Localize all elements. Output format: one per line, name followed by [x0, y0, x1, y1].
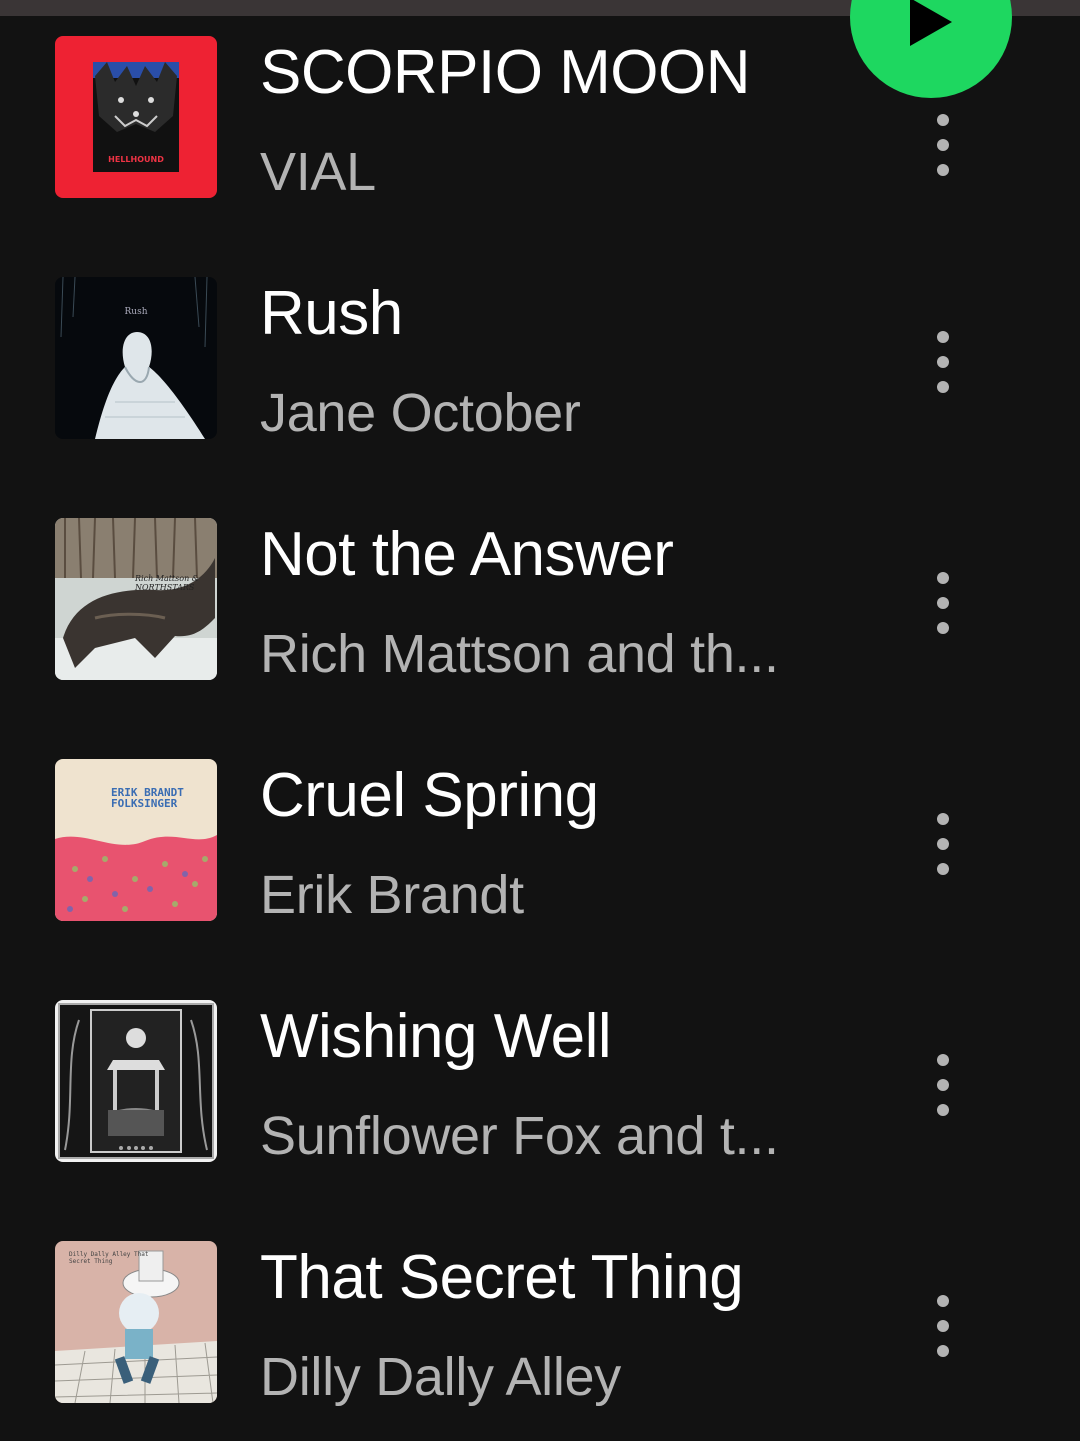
more-options-button[interactable] [922, 1048, 964, 1120]
more-options-button[interactable] [922, 807, 964, 879]
album-art-label: Rich Mattson & NORTHSTARS [135, 574, 199, 592]
track-title: That Secret Thing [260, 1243, 744, 1312]
album-art [55, 1000, 217, 1162]
track-row[interactable]: Rush Rush Jane October [0, 277, 1080, 477]
more-options-icon [937, 331, 949, 343]
track-artist: Dilly Dally Alley [260, 1347, 621, 1407]
track-artist: Jane October [260, 383, 581, 443]
track-title: Not the Answer [260, 520, 674, 589]
more-options-icon [937, 1295, 949, 1307]
track-row[interactable]: ERIK BRANDT FOLKSINGER Cruel Spring Erik… [0, 759, 1080, 959]
album-art-label: Dilly Dally Alley That Secret Thing [69, 1251, 149, 1265]
more-options-button[interactable] [922, 566, 964, 638]
track-title: SCORPIO MOON [260, 38, 751, 107]
more-options-button[interactable] [922, 1289, 964, 1361]
album-art: Dilly Dally Alley That Secret Thing [55, 1241, 217, 1403]
more-options-button[interactable] [922, 325, 964, 397]
track-title: Cruel Spring [260, 761, 599, 830]
track-title: Wishing Well [260, 1002, 612, 1071]
album-art: Rush [55, 277, 217, 439]
track-artist: VIAL [260, 142, 376, 202]
track-artist: Erik Brandt [260, 865, 524, 925]
track-row[interactable]: Rich Mattson & NORTHSTARS Not the Answer… [0, 518, 1080, 718]
track-row[interactable]: Dilly Dally Alley That Secret Thing That… [0, 1241, 1080, 1441]
track-row[interactable]: Wishing Well Sunflower Fox and t... [0, 1000, 1080, 1200]
more-options-button[interactable] [922, 108, 964, 180]
album-art: ERIK BRANDT FOLKSINGER [55, 759, 217, 921]
album-art-label: Rush [124, 307, 148, 317]
album-art-label: HELLHOUND [108, 155, 164, 164]
play-icon [910, 0, 952, 46]
track-title: Rush [260, 279, 403, 348]
track-artist: Sunflower Fox and t... [260, 1106, 779, 1166]
album-art: HELLHOUND [55, 36, 217, 198]
more-options-icon [937, 813, 949, 825]
more-options-icon [937, 114, 949, 126]
album-art-label: ERIK BRANDT FOLKSINGER [111, 786, 184, 810]
more-options-icon [937, 1054, 949, 1066]
more-options-icon [937, 572, 949, 584]
track-artist: Rich Mattson and th... [260, 624, 779, 684]
album-art: Rich Mattson & NORTHSTARS [55, 518, 217, 680]
